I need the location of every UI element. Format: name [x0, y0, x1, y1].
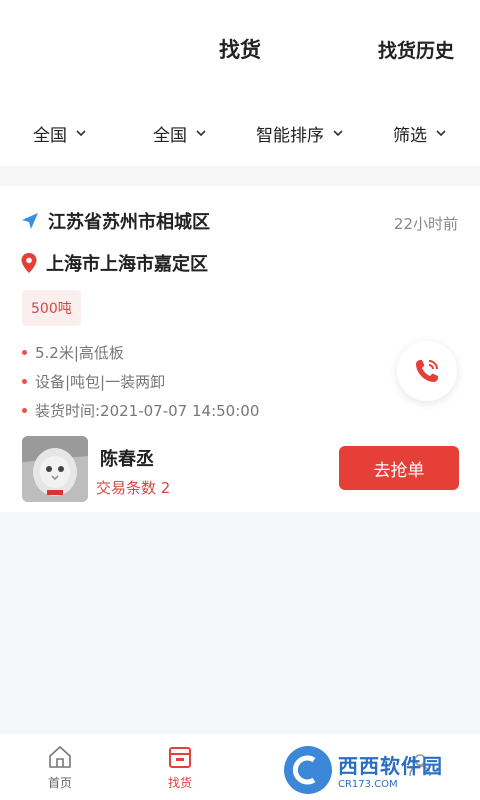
shipper-name: 陈春丞 [100, 449, 154, 470]
detail-item: 设备|吨包|一装两卸 [22, 371, 165, 392]
history-link[interactable]: 找货历史 [378, 36, 454, 63]
filter-origin[interactable]: 全国 [0, 121, 120, 146]
watermark-emblem-icon [284, 746, 332, 794]
avatar-image [22, 436, 88, 502]
navigation-arrow-icon [22, 213, 38, 229]
detail-text: 装货时间:2021-07-07 14:50:00 [35, 402, 260, 420]
header: 找货 找货历史 [0, 0, 480, 100]
avatar[interactable] [22, 436, 88, 502]
chevron-down-icon [436, 130, 446, 137]
phone-icon [416, 360, 438, 382]
filter-sort-label: 智能排序 [256, 125, 324, 146]
chevron-down-icon [76, 130, 86, 137]
tab-home-label: 首页 [47, 775, 72, 790]
watermark-url: CR173.COM [338, 779, 398, 790]
location-pin-icon [21, 253, 37, 273]
home-icon [49, 745, 71, 768]
watermark-title: 西西软件园 [338, 754, 443, 778]
filter-destination[interactable]: 全国 [120, 121, 240, 146]
bullet-dot [22, 350, 27, 355]
bullet-dot [22, 379, 27, 384]
chevron-down-icon [333, 130, 343, 137]
tab-home[interactable]: 首页 [0, 734, 120, 800]
origin-address: 江苏省苏州市相城区 [48, 212, 210, 233]
posted-time: 22小时前 [393, 215, 458, 233]
call-button[interactable] [397, 341, 457, 401]
detail-text: 设备|吨包|一装两卸 [35, 373, 166, 391]
cargo-card[interactable]: 江苏省苏州市相城区 22小时前 上海市上海市嘉定区 500吨 5.2米|高低板 … [0, 186, 480, 512]
chevron-down-icon [196, 130, 206, 137]
filter-bar: 全国 全国 智能排序 筛选 [0, 100, 480, 166]
detail-item: 装货时间:2021-07-07 14:50:00 [22, 400, 259, 421]
weight-badge: 500吨 [22, 290, 81, 326]
filter-sort[interactable]: 智能排序 [240, 121, 360, 146]
grab-order-button[interactable]: 去抢单 [339, 446, 459, 490]
destination-row: 上海市上海市嘉定区 [20, 250, 208, 276]
filter-screen[interactable]: 筛选 [360, 121, 480, 146]
deal-count: 交易条数 2 [96, 479, 171, 497]
detail-item: 5.2米|高低板 [22, 342, 124, 363]
destination-address: 上海市上海市嘉定区 [46, 254, 208, 275]
tab-find-goods[interactable]: 找货 [120, 734, 240, 800]
filter-origin-label: 全国 [33, 125, 67, 146]
goods-box-icon [169, 746, 191, 768]
watermark-logo: 西西软件园 CR173.COM [284, 746, 464, 794]
filter-screen-label: 筛选 [393, 125, 427, 146]
origin-row: 江苏省苏州市相城区 [20, 208, 210, 234]
bullet-dot [22, 408, 27, 413]
filter-destination-label: 全国 [153, 125, 187, 146]
detail-text: 5.2米|高低板 [35, 344, 124, 362]
tab-find-goods-label: 找货 [167, 775, 192, 790]
